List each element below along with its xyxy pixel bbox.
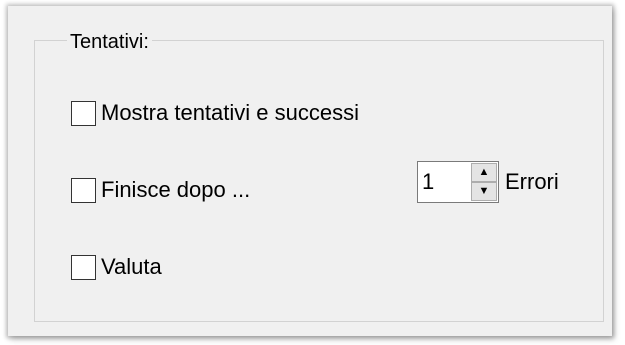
attempts-groupbox: Tentativi: Mostra tentativi e successi F… <box>34 31 604 322</box>
show-attempts-option[interactable]: Mostra tentativi e successi <box>71 100 359 126</box>
errors-unit-label: Errori <box>505 169 559 194</box>
triangle-down-icon: ▼ <box>478 185 490 197</box>
evaluate-option[interactable]: Valuta <box>71 254 162 280</box>
finish-after-option[interactable]: Finisce dopo ... <box>71 177 250 203</box>
spin-up-button[interactable]: ▲ <box>471 163 497 182</box>
dialog-panel: Tentativi: Mostra tentativi e successi F… <box>8 6 612 336</box>
groupbox-title: Tentativi: <box>67 31 152 53</box>
error-count-spinner[interactable]: 1 ▲ ▼ <box>417 161 499 203</box>
spinner-buttons: ▲ ▼ <box>470 162 498 202</box>
finish-after-label[interactable]: Finisce dopo ... <box>101 177 250 203</box>
triangle-up-icon: ▲ <box>478 166 490 178</box>
error-count-input[interactable]: 1 <box>418 162 470 202</box>
spin-down-button[interactable]: ▼ <box>471 182 497 201</box>
finish-after-checkbox[interactable] <box>71 177 96 203</box>
show-attempts-checkbox[interactable] <box>71 100 96 126</box>
evaluate-label[interactable]: Valuta <box>101 254 162 280</box>
evaluate-checkbox[interactable] <box>71 254 96 280</box>
show-attempts-label[interactable]: Mostra tentativi e successi <box>101 100 359 126</box>
